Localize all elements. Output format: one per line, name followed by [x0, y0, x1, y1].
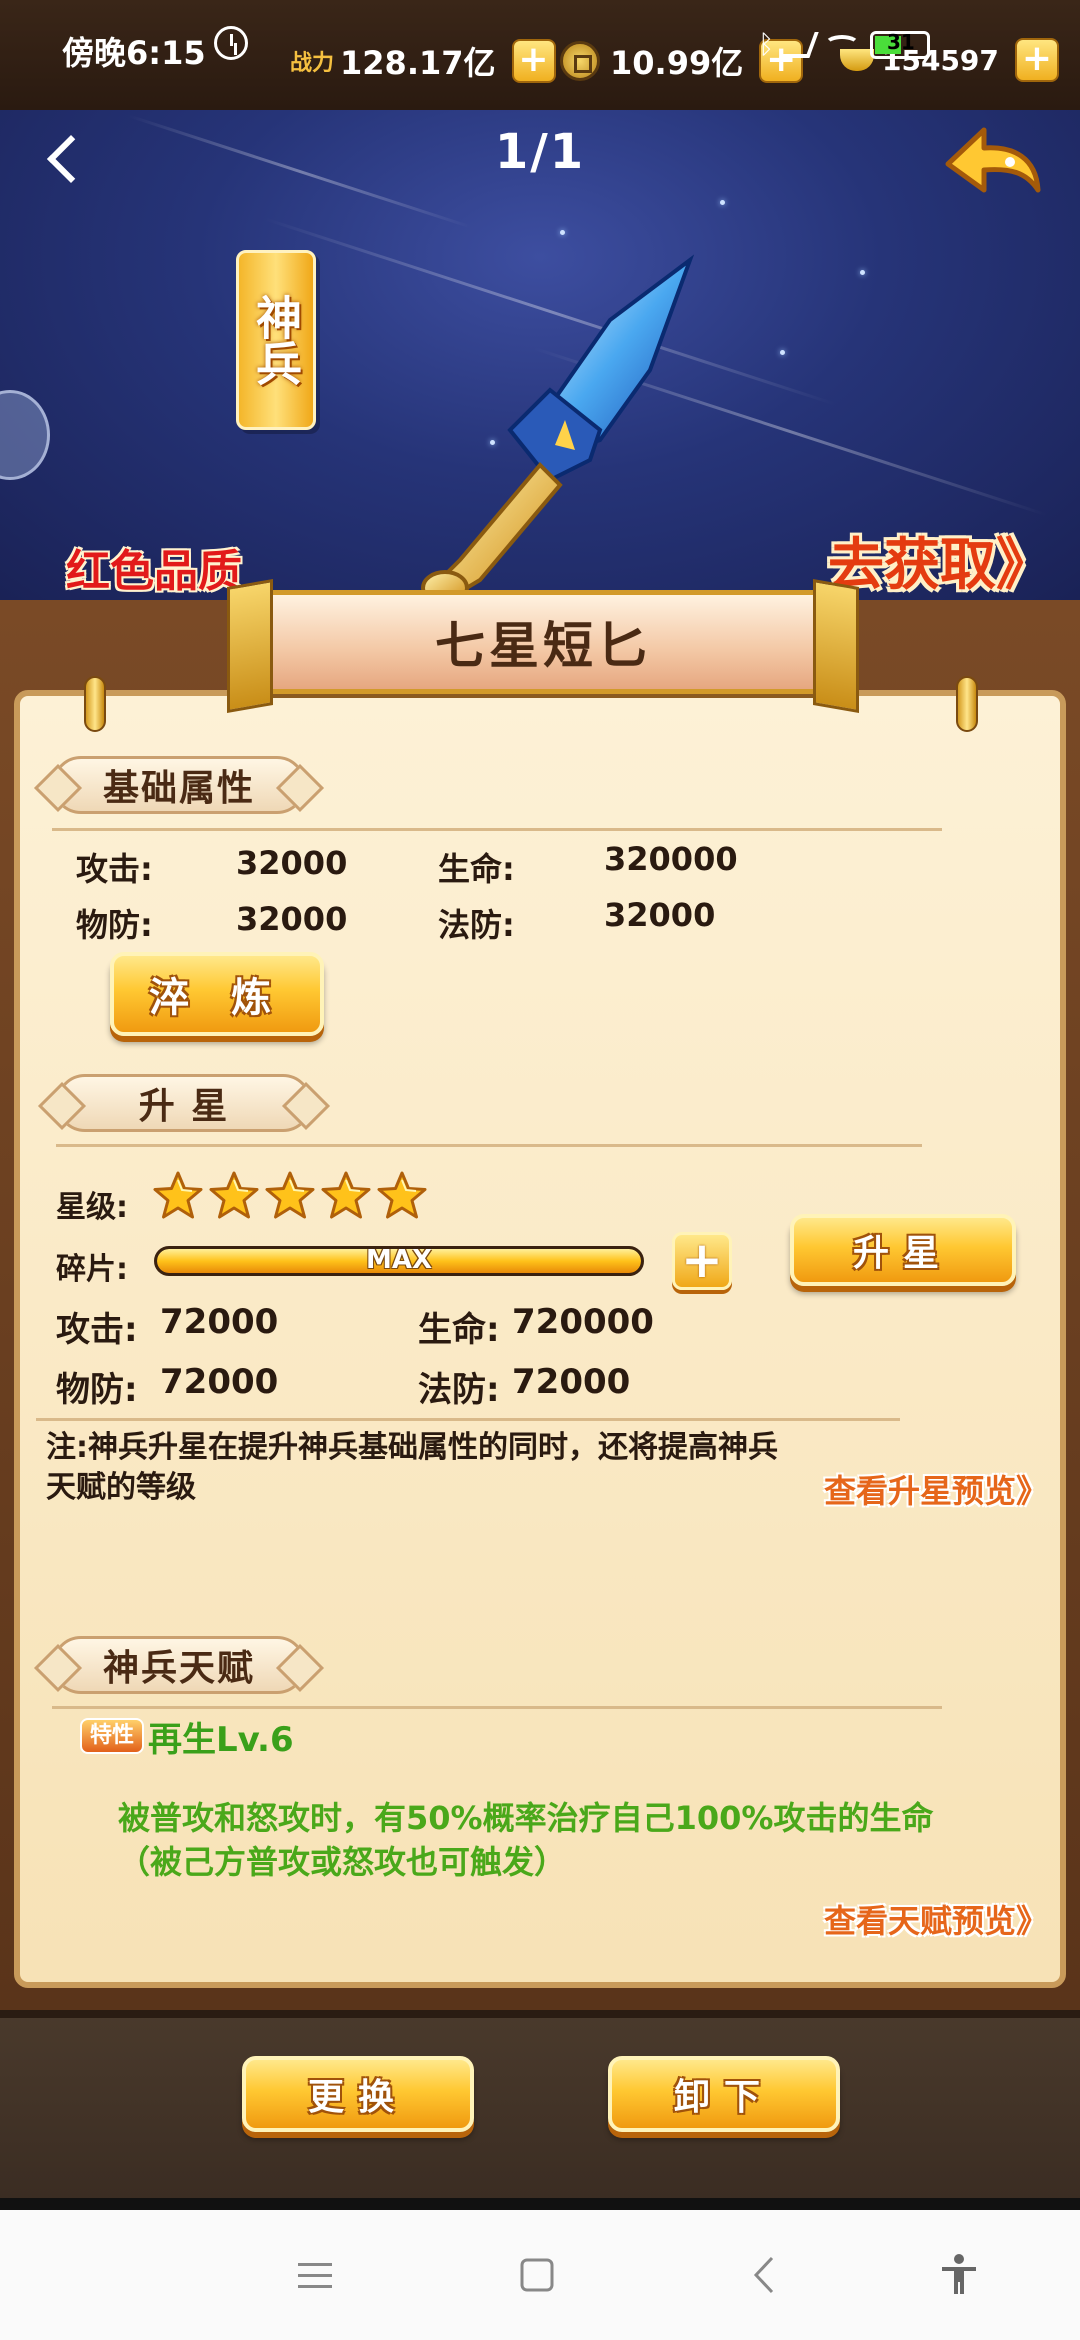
- star-rating: [152, 1170, 428, 1222]
- divider: [56, 1144, 922, 1147]
- home-icon[interactable]: [512, 2250, 562, 2300]
- star-icon: [321, 1171, 371, 1219]
- physical-defense-label: 物防:: [76, 906, 153, 944]
- divider: [52, 1706, 942, 1709]
- trait-name: 再生Lv.6: [148, 1720, 294, 1760]
- star-icon: [377, 1171, 427, 1219]
- star-icon: [209, 1171, 259, 1219]
- battery-icon: 31: [870, 30, 930, 59]
- alarm-icon: [214, 26, 248, 60]
- star-attack-label: 攻击:: [56, 1310, 138, 1350]
- star-icon: [153, 1171, 203, 1219]
- unequip-button[interactable]: 卸下: [608, 2056, 840, 2132]
- item-showcase: 1/1 神兵 红色品质 去获取》: [0, 110, 1080, 600]
- attack-label: 攻击:: [76, 850, 153, 888]
- sparkle: [720, 200, 725, 205]
- quality-label: 红色品质: [66, 546, 242, 597]
- attack-value: 32000: [236, 844, 348, 882]
- star-attack-value: 72000: [160, 1302, 279, 1342]
- star-hp-label: 生命:: [418, 1310, 500, 1350]
- talent-preview-link[interactable]: 查看天赋预览》: [824, 1896, 1048, 1942]
- replace-button[interactable]: 更换: [242, 2056, 474, 2132]
- back-nav-icon[interactable]: [740, 2250, 790, 2300]
- section-header-star-up: 升 星: [56, 1074, 312, 1132]
- divider: [36, 1418, 900, 1421]
- wifi-icon: [824, 35, 860, 55]
- ingot-plus-button[interactable]: +: [1014, 38, 1059, 82]
- magic-defense-value: 32000: [604, 896, 716, 934]
- star-icon: [265, 1171, 315, 1219]
- star-hp-value: 720000: [512, 1302, 654, 1342]
- fragment-progress-text: MAX: [365, 1246, 433, 1275]
- star-up-button[interactable]: 升星: [790, 1214, 1016, 1286]
- star-magic-defense-value: 72000: [512, 1362, 631, 1402]
- star-physical-defense-label: 物防:: [56, 1370, 138, 1410]
- divider: [52, 828, 942, 831]
- accessibility-icon[interactable]: [934, 2250, 984, 2300]
- magic-defense-label: 法防:: [438, 906, 515, 944]
- system-icons: ᛒ 31: [758, 30, 930, 60]
- bluetooth-icon: ᛒ: [758, 30, 774, 60]
- power-value: 128.17亿: [340, 44, 496, 82]
- previous-item-arrow[interactable]: [0, 390, 50, 480]
- item-name-banner: 七星短匕: [252, 590, 834, 694]
- star-magic-defense-label: 法防:: [418, 1370, 500, 1410]
- menu-icon[interactable]: [290, 2250, 340, 2300]
- sparkle: [860, 270, 865, 275]
- refine-button[interactable]: 淬 炼: [110, 952, 324, 1036]
- status-bar: 傍晚6:15 战力 128.17亿 + 10.99亿 + 154597 + ᛒ …: [0, 0, 1080, 110]
- coin-icon: [560, 41, 600, 81]
- star-preview-link[interactable]: 查看升星预览》: [824, 1466, 1048, 1512]
- signal-icon: [779, 32, 819, 58]
- sparkle: [780, 350, 785, 355]
- status-time: 傍晚6:15: [62, 34, 206, 72]
- power-plus-button[interactable]: +: [511, 39, 556, 83]
- page-indicator: 1/1: [494, 124, 586, 180]
- trait-badge: 特性: [80, 1718, 144, 1754]
- return-arrow-icon[interactable]: [940, 118, 1044, 208]
- talent-description: 被普攻和怒攻时，有50%概率治疗自己100%攻击的生命（被己方普攻或怒攻也可触发…: [118, 1799, 934, 1881]
- fragment-progress-bar: MAX: [154, 1246, 644, 1276]
- system-navigation-bar: [0, 2210, 1080, 2340]
- fragment-plus-button[interactable]: +: [672, 1232, 732, 1290]
- sparkle: [560, 230, 565, 235]
- hp-value: 320000: [604, 840, 738, 878]
- hp-label: 生命:: [438, 850, 515, 888]
- star-up-note: 注:神兵升星在提升神兵基础属性的同时，还将提高神兵天赋的等级: [46, 1430, 778, 1505]
- dagger-image: [421, 254, 695, 600]
- coin-value: 10.99亿: [610, 44, 744, 82]
- star-physical-defense-value: 72000: [160, 1362, 279, 1402]
- section-header-talent: 神兵天赋: [52, 1636, 306, 1694]
- obtain-link[interactable]: 去获取》: [828, 520, 1052, 600]
- scroll-rod-left: [84, 676, 106, 732]
- scroll-rod-right: [956, 676, 978, 732]
- action-bar: [0, 2010, 1080, 2210]
- type-tag: 神兵: [236, 250, 316, 430]
- physical-defense-value: 32000: [236, 900, 348, 938]
- fragment-label: 碎片:: [56, 1252, 128, 1287]
- star-level-label: 星级:: [56, 1190, 128, 1225]
- divider: [0, 2198, 1080, 2210]
- power-display: 战力 128.17亿 +: [290, 38, 556, 84]
- power-label: 战力: [290, 51, 335, 76]
- section-header-basic-attributes: 基础属性: [52, 756, 306, 814]
